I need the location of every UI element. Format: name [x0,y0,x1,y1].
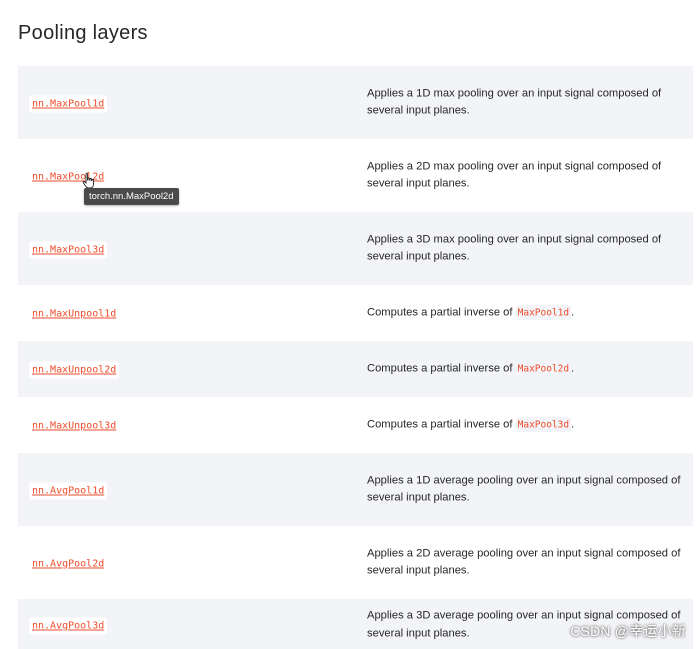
table-row: nn.MaxUnpool3d Computes a partial invers… [18,397,693,453]
row-description: Computes a partial inverse of MaxPool3d. [367,416,687,434]
section-title: Pooling layers [18,22,148,44]
table-row: nn.MaxPool3d Applies a 3D max pooling ov… [18,212,693,285]
table-row: nn.AvgPool2d Applies a 2D average poolin… [18,526,693,599]
row-description: Applies a 2D average pooling over an inp… [367,547,681,577]
api-link-maxunpool1d[interactable]: nn.MaxUnpool1d [29,305,120,323]
link-tooltip: torch.nn.MaxPool2d [84,188,179,205]
table-row: nn.MaxUnpool2d Computes a partial invers… [18,341,693,397]
desc-prefix: Computes a partial inverse of [367,362,516,375]
desc-suffix: . [571,418,575,431]
api-link-maxpool3d[interactable]: nn.MaxPool3d [29,241,108,258]
table-row: nn.MaxPool1d Applies a 1D max pooling ov… [18,66,693,139]
api-link-avgpool3d[interactable]: nn.AvgPool3d [29,617,108,635]
row-description: Applies a 1D max pooling over an input s… [367,87,662,117]
table-row: nn.MaxUnpool1d Computes a partial invers… [18,285,693,341]
row-description: Computes a partial inverse of MaxPool1d. [367,304,687,322]
pooling-layers-table: nn.MaxPool1d Applies a 1D max pooling ov… [18,66,693,649]
api-link-avgpool1d[interactable]: nn.AvgPool1d [29,482,108,499]
inline-code-link[interactable]: MaxPool3d [515,417,572,433]
row-description: Applies a 3D max pooling over an input s… [367,233,662,263]
api-link-maxunpool2d[interactable]: nn.MaxUnpool2d [29,361,120,379]
table-row: nn.AvgPool1d Applies a 1D average poolin… [18,453,693,526]
desc-suffix: . [571,306,575,319]
desc-prefix: Computes a partial inverse of [367,418,516,431]
desc-suffix: . [571,362,575,375]
inline-code-link[interactable]: MaxPool1d [515,305,572,321]
api-link-maxpool1d[interactable]: nn.MaxPool1d [29,95,108,112]
api-link-maxunpool3d[interactable]: nn.MaxUnpool3d [29,417,120,435]
docs-page: Pooling layers nn.MaxPool1d Applies a 1D… [0,0,700,649]
row-description: Applies a 1D average pooling over an inp… [367,474,681,504]
inline-code-link[interactable]: MaxPool2d [515,361,572,377]
hand-cursor-icon [82,173,94,189]
desc-prefix: Computes a partial inverse of [367,306,516,319]
row-description: Computes a partial inverse of MaxPool2d. [367,360,687,378]
api-link-avgpool2d[interactable]: nn.AvgPool2d [29,555,108,572]
row-description: Applies a 2D max pooling over an input s… [367,160,662,190]
csdn-watermark: CSDN @幸运小新 [570,623,686,639]
